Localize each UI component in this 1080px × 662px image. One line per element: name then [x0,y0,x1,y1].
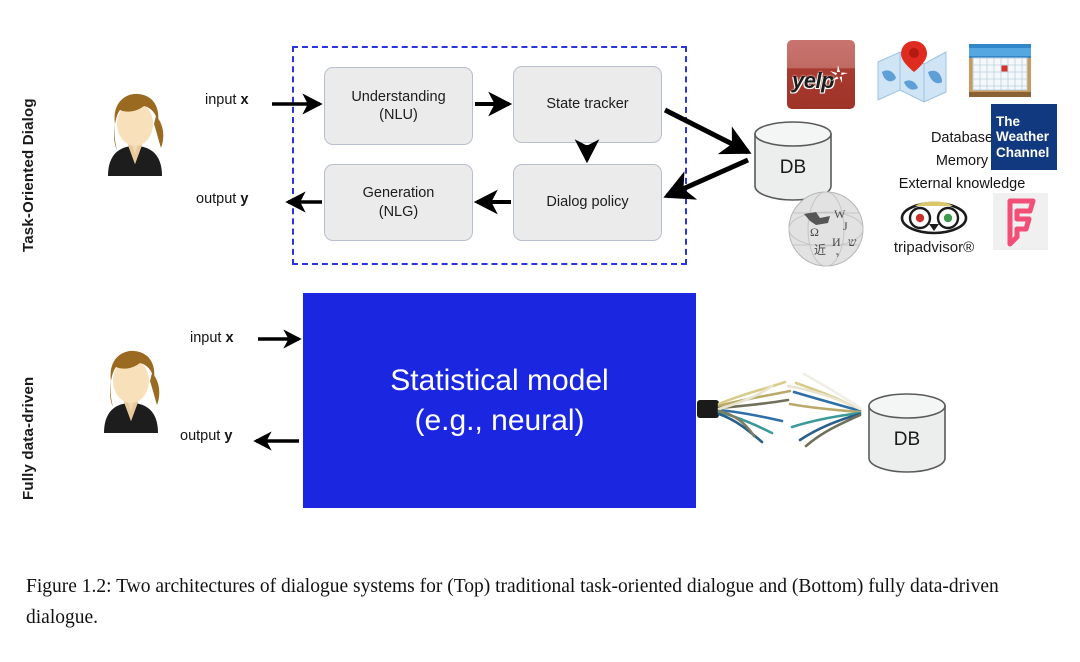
weather-channel-line3: Channel [996,144,1050,160]
yelp-burst-icon [830,65,848,83]
module-understanding-nlu: Understanding (NLU) [324,67,473,145]
svg-text:J: J [843,219,848,233]
io-input-var-top: x [240,92,249,108]
svg-text:DB: DB [780,157,806,178]
statistical-model-box: Statistical model (e.g., neural) [303,293,696,508]
module-nlg-line2: (NLG) [378,203,419,220]
weather-channel-line2: Weather [996,129,1050,145]
figure-image: Task-Oriented Dialog Fully data-driven i… [0,0,1080,560]
weather-channel-logo: The Weather Channel [991,104,1057,170]
row-label-task-oriented: Task-Oriented Dialog [20,98,37,252]
figure-caption: Figure 1.2: Two architectures of dialogu… [26,576,999,628]
module-generation-nlg: Generation (NLG) [324,164,473,241]
foursquare-f-icon [1007,198,1036,247]
weather-channel-line1: The [996,114,1021,130]
user-avatar-bottom [88,345,174,437]
database-cylinder-bottom: DB [866,392,948,474]
io-input-prefix-bottom: input [190,330,226,346]
module-nlg-line1: Generation [362,185,435,202]
io-output-prefix-top: output [196,191,241,207]
io-input-var-bottom: x [225,330,234,346]
tripadvisor-owl-icon [900,201,968,235]
io-label-output-bottom: output y [180,428,232,444]
user-avatar-top [92,88,178,180]
module-state-tracker: State tracker [513,66,662,143]
module-nlu-line2: (NLU) [379,107,418,123]
module-dialog-policy-line1: Dialog policy [546,194,629,211]
io-output-prefix-bottom: output [180,428,225,444]
module-dialog-policy: Dialog policy [513,164,662,241]
module-nlu-line1: Understanding [351,88,446,105]
svg-text:DB: DB [894,429,920,450]
io-label-output-top: output y [196,191,248,207]
foursquare-logo [993,193,1048,250]
svg-text:近: 近 [814,243,826,257]
tripadvisor-logo-label: tripadvisor® [893,239,975,256]
svg-text:И: И [832,235,841,249]
svg-text:Ω: Ω [810,225,819,239]
io-input-prefix-top: input [205,92,241,108]
map-logo [876,38,948,104]
io-output-var-bottom: y [224,428,233,444]
module-state-tracker-line1: State tracker [546,96,629,113]
tripadvisor-logo: tripadvisor® [885,198,983,256]
svg-text:ש: ש [848,235,857,249]
wikipedia-logo: W Ω J И ש 近 י [786,190,866,268]
svg-text:י: י [836,249,839,263]
row-label-fully-data-driven: Fully data-driven [20,376,37,500]
yelp-logo: yelp [787,40,855,109]
statistical-model-line1: Statistical model [390,363,609,397]
io-label-input-bottom: input x [190,330,234,346]
io-output-var-top: y [240,191,249,207]
calendar-logo [966,38,1034,100]
io-label-input-top: input x [205,92,249,108]
cable-bundle-icon [697,372,862,448]
statistical-model-line2: (e.g., neural) [414,403,585,437]
